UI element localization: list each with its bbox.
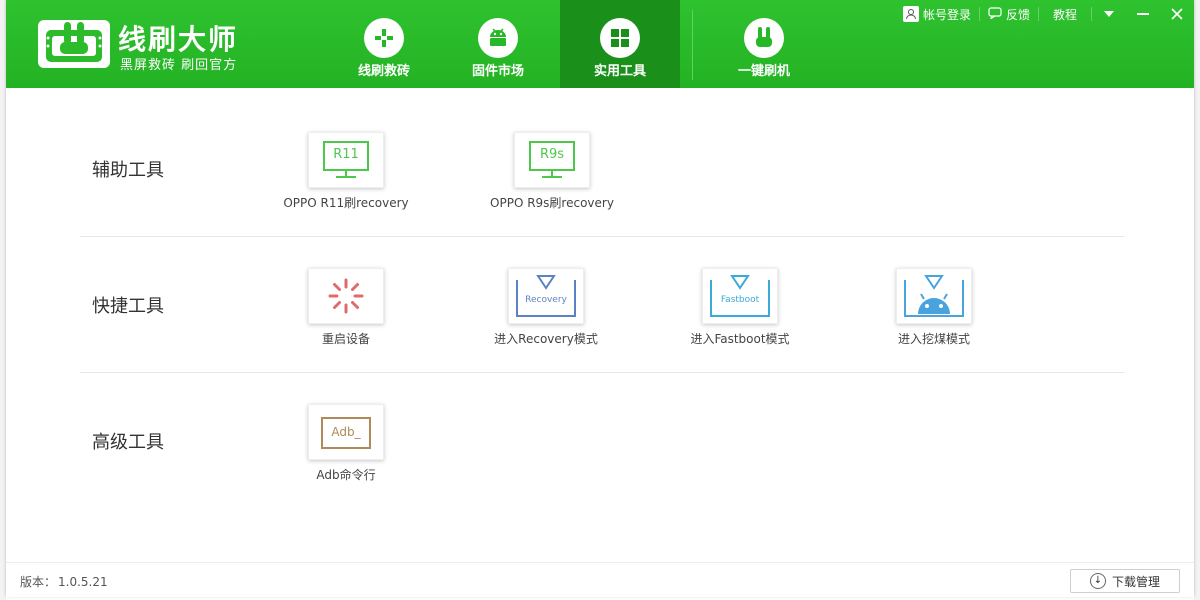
android-download-icon bbox=[904, 275, 964, 317]
minimize-icon bbox=[1137, 13, 1149, 15]
version-info: 版本： 1.0.5.21 bbox=[18, 573, 108, 590]
tool-adb-command-line[interactable]: Adb_ Adb命令行 bbox=[246, 404, 446, 483]
version-number: 1.0.5.21 bbox=[58, 575, 108, 589]
feedback-label: 反馈 bbox=[1005, 7, 1030, 22]
tool-label: OPPO R9s刷recovery bbox=[490, 196, 614, 210]
close-icon bbox=[1171, 8, 1183, 20]
plus-cross-icon bbox=[364, 18, 404, 58]
tool-enter-download-mode[interactable]: 进入挖煤模式 bbox=[834, 268, 1034, 347]
close-button[interactable] bbox=[1160, 0, 1194, 28]
tile-text: R11 bbox=[333, 146, 359, 162]
tool-enter-recovery[interactable]: Recovery 进入Recovery模式 bbox=[446, 268, 646, 347]
tool-label: 进入Fastboot模式 bbox=[690, 332, 790, 346]
tile-text: Adb_ bbox=[331, 425, 361, 439]
tutorial-label: 教程 bbox=[1052, 7, 1077, 22]
tool-tile: Recovery bbox=[508, 268, 584, 324]
reboot-spinner-icon bbox=[328, 278, 364, 314]
download-manager-button[interactable]: ↓ 下载管理 bbox=[1070, 569, 1180, 593]
tab-label: 实用工具 bbox=[593, 64, 646, 79]
app-slogan: 黑屏救砖 刷回官方 bbox=[120, 58, 238, 73]
minimize-button[interactable] bbox=[1126, 0, 1160, 28]
section-divider bbox=[80, 236, 1124, 237]
app-logo bbox=[38, 20, 110, 68]
user-icon bbox=[902, 6, 919, 22]
tab-label: 线刷救砖 bbox=[357, 64, 410, 79]
grid-icon bbox=[600, 18, 640, 58]
tool-tile: R11 bbox=[308, 132, 384, 188]
tool-oppo-r9s-recovery[interactable]: R9s OPPO R9s刷recovery bbox=[452, 132, 652, 211]
tool-label: 进入挖煤模式 bbox=[897, 332, 970, 346]
tool-label: 进入Recovery模式 bbox=[494, 332, 598, 346]
app-name: 线刷大师 bbox=[118, 23, 239, 56]
section-divider bbox=[80, 372, 1124, 373]
tab-one-click-flash[interactable]: 一键刷机 bbox=[704, 0, 824, 88]
version-label: 版本： bbox=[20, 575, 57, 589]
tab-flash-rescue[interactable]: 线刷救砖 bbox=[324, 0, 444, 88]
header-bar: 线刷大师 黑屏救砖 刷回官方 线刷救砖 固件市场 实用工具 一键刷机 帐号登录 … bbox=[6, 0, 1194, 88]
tool-tile: Fastboot bbox=[702, 268, 778, 324]
menu-dropdown-button[interactable] bbox=[1092, 0, 1126, 28]
tile-text: R9s bbox=[539, 146, 565, 162]
section-title-auxiliary: 辅助工具 bbox=[92, 160, 164, 181]
tool-oppo-r11-recovery[interactable]: R11 OPPO R11刷recovery bbox=[246, 132, 446, 211]
top-toolbar: 帐号登录 反馈 教程 bbox=[895, 0, 1194, 28]
chevron-down-icon bbox=[1104, 11, 1114, 17]
section-title-advanced: 高级工具 bbox=[92, 432, 164, 453]
tool-tile bbox=[308, 268, 384, 324]
tool-label: Adb命令行 bbox=[316, 468, 376, 482]
tool-reboot-device[interactable]: 重启设备 bbox=[246, 268, 446, 347]
chat-bubble-icon bbox=[988, 6, 1002, 22]
rabbit-icon bbox=[744, 18, 784, 58]
tab-label: 固件市场 bbox=[471, 64, 524, 79]
tutorial-button[interactable]: 教程 bbox=[1039, 0, 1091, 28]
tile-text: Recovery bbox=[525, 295, 567, 305]
android-robot-icon bbox=[478, 18, 518, 58]
desktop-background bbox=[1194, 0, 1200, 600]
app-window: 线刷大师 黑屏救砖 刷回官方 线刷救砖 固件市场 实用工具 一键刷机 帐号登录 … bbox=[6, 0, 1194, 597]
tool-label: 重启设备 bbox=[321, 332, 370, 346]
tool-label: OPPO R11刷recovery bbox=[283, 196, 409, 210]
tool-tile: Adb_ bbox=[308, 404, 384, 460]
status-bar: 版本： 1.0.5.21 ↓ 下载管理 bbox=[6, 562, 1194, 597]
login-label: 帐号登录 bbox=[922, 7, 971, 22]
tab-label: 一键刷机 bbox=[737, 64, 790, 79]
tab-utility-tools[interactable]: 实用工具 bbox=[560, 0, 680, 88]
tool-tile bbox=[896, 268, 972, 324]
download-icon: ↓ bbox=[1089, 573, 1106, 589]
tile-text: Fastboot bbox=[720, 295, 760, 305]
download-label: 下载管理 bbox=[1111, 574, 1160, 589]
tool-enter-fastboot[interactable]: Fastboot 进入Fastboot模式 bbox=[640, 268, 840, 347]
tool-tile: R9s bbox=[514, 132, 590, 188]
rabbit-logo-icon bbox=[46, 22, 102, 62]
login-button[interactable]: 帐号登录 bbox=[895, 0, 979, 28]
nav-divider bbox=[692, 10, 693, 80]
tab-firmware-market[interactable]: 固件市场 bbox=[438, 0, 558, 88]
section-title-shortcuts: 快捷工具 bbox=[92, 296, 164, 317]
feedback-button[interactable]: 反馈 bbox=[980, 0, 1038, 28]
